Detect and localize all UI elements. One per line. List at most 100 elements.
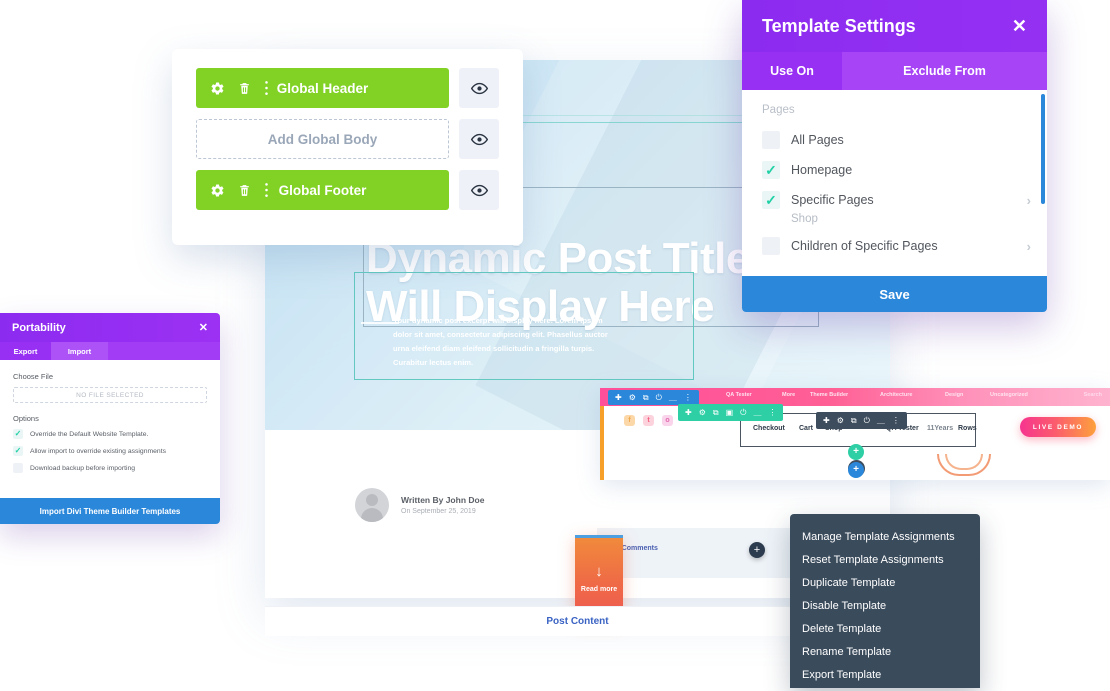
gear-icon[interactable]: ⚙ [837,416,844,425]
global-body-visibility-toggle[interactable] [459,119,499,159]
add-icon[interactable]: ✚ [615,393,622,402]
layout-icon[interactable]: ▣ [726,408,734,417]
save-button[interactable]: Save [742,276,1047,312]
tab-export[interactable]: Export [0,342,51,360]
option-download-backup[interactable]: Download backup before importing [13,463,207,473]
option-allow-import-override[interactable]: ✓ Allow import to override existing assi… [13,446,207,456]
author-date: On September 25, 2019 [401,508,476,515]
mini-topbar-item-6[interactable]: Uncategorized [990,392,1028,398]
mini-topbar-item-4[interactable]: Architecture [880,392,912,398]
menu-item-reset-template-assignments[interactable]: Reset Template Assignments [790,548,980,571]
add-section-button[interactable]: + [749,542,765,558]
assignment-item-homepage[interactable]: ✓ Homepage [742,155,1047,185]
chevron-right-icon[interactable]: › [1027,239,1031,254]
mini-topbar-item-5[interactable]: Design [945,392,963,398]
close-icon[interactable]: ✕ [1012,17,1027,35]
file-input[interactable]: NO FILE SELECTED [13,387,207,403]
mini-menu-cart[interactable]: Cart [799,425,813,432]
add-icon[interactable]: ✚ [685,408,692,417]
mini-topbar-item-1[interactable]: QA Tester [726,392,752,398]
trash-icon[interactable] [238,81,251,96]
option-label-allow-import-override: Allow import to override existing assign… [30,447,166,455]
add-global-body-button[interactable]: Add Global Body [196,119,449,159]
add-row-button[interactable]: + [848,444,864,460]
checkbox-children-of-specific-pages[interactable] [762,237,780,255]
add-icon[interactable]: ✚ [823,416,830,425]
gear-icon[interactable] [210,183,225,198]
mini-menu-checkout[interactable]: Checkout [753,425,785,432]
menu-item-rename-template[interactable]: Rename Template [790,640,980,663]
import-templates-button[interactable]: Import Divi Theme Builder Templates [0,498,220,524]
tab-exclude-from[interactable]: Exclude From [842,52,1047,90]
facebook-icon[interactable]: f [624,415,635,426]
checkbox-specific-pages[interactable]: ✓ [762,191,780,209]
assignment-item-all-pages[interactable]: All Pages [742,125,1047,155]
tab-import[interactable]: Import [51,342,108,360]
checkbox-homepage[interactable]: ✓ [762,161,780,179]
global-header-tools [196,80,269,96]
save-icon[interactable]: ⏻ [740,408,746,417]
option-override-default[interactable]: ✓ Override the Default Website Template. [13,429,207,439]
global-footer-bar[interactable]: Global Footer [196,170,449,210]
author-row: Written By John Doe On September 25, 201… [355,488,484,522]
checkbox-allow-import-override[interactable]: ✓ [13,446,23,456]
dots-icon[interactable]: ⋮ [684,393,692,402]
gear-icon[interactable]: ⚙ [629,393,636,402]
global-header-visibility-toggle[interactable] [459,68,499,108]
assignment-label-homepage: Homepage [791,163,853,177]
add-section-button-blue[interactable]: + [848,462,864,478]
trash-icon[interactable]: ＿ [877,416,885,425]
menu-item-manage-template-assignments[interactable]: Manage Template Assignments [790,525,980,548]
mini-topbar-item-3[interactable]: Theme Builder [810,392,848,398]
check-icon: ✓ [765,162,777,178]
assignment-item-children-of-specific-pages[interactable]: Children of Specific Pages › [742,231,1047,261]
dots-icon[interactable]: ⋮ [768,408,776,417]
trash-icon[interactable]: ＿ [669,393,677,402]
live-demo-button[interactable]: LIVE DEMO [1020,417,1096,437]
trash-icon[interactable] [238,183,251,198]
assignment-label-all-pages: All Pages [791,133,844,147]
dots-icon[interactable] [264,182,269,198]
scrollbar[interactable] [1041,94,1045,204]
mini-social-links: f t o [624,415,673,426]
mini-menu-11years[interactable]: 11Years [927,425,953,432]
mini-topbar-item-2[interactable]: More [782,392,795,398]
option-label-override-default: Override the Default Website Template. [30,430,149,438]
mini-menu-rows[interactable]: Rows [958,425,977,432]
mini-site-preview: ckout QA Tester More Theme Builder Archi… [600,388,1110,480]
menu-item-delete-template[interactable]: Delete Template [790,617,980,640]
down-arrow-icon: ↓ [595,563,603,580]
close-icon[interactable]: ✕ [199,321,208,334]
tab-use-on[interactable]: Use On [742,52,842,90]
chevron-right-icon[interactable]: › [1027,193,1031,208]
menu-item-export-template[interactable]: Export Template [790,663,980,686]
menu-item-disable-template[interactable]: Disable Template [790,594,980,617]
instagram-icon[interactable]: o [662,415,673,426]
global-header-bar[interactable]: Global Header [196,68,449,108]
trash-icon[interactable]: ＿ [753,408,761,417]
twitter-icon[interactable]: t [643,415,654,426]
options-label: Options [13,414,39,423]
checkbox-override-default[interactable]: ✓ [13,429,23,439]
divi-toolbar-section[interactable]: ✚ ⚙ ⧉ ⏻ ＿ ⋮ [608,390,699,405]
read-more-label: Read more [580,586,618,593]
menu-item-duplicate-template[interactable]: Duplicate Template [790,571,980,594]
assignment-item-specific-pages[interactable]: ✓ Specific Pages › [742,185,1047,215]
gear-icon[interactable]: ⚙ [699,408,706,417]
duplicate-icon[interactable]: ⧉ [643,393,649,402]
duplicate-icon[interactable]: ⧉ [851,416,857,425]
divi-toolbar-module[interactable]: ✚ ⚙ ⧉ ⏻ ＿ ⋮ [816,412,907,429]
template-settings-panel: Template Settings ✕ Use On Exclude From … [742,0,1047,312]
dots-icon[interactable] [264,80,269,96]
save-icon[interactable]: ⏻ [864,416,870,425]
global-footer-visibility-toggle[interactable] [459,170,499,210]
gear-icon[interactable] [210,81,225,96]
duplicate-icon[interactable]: ⧉ [713,408,719,417]
dots-icon[interactable]: ⋮ [892,416,900,425]
checkbox-download-backup[interactable] [13,463,23,473]
divi-toolbar-row[interactable]: ✚ ⚙ ⧉ ▣ ⏻ ＿ ⋮ [678,404,784,421]
save-icon[interactable]: ⏻ [656,393,662,402]
assignment-label-specific-pages: Specific Pages [791,193,874,207]
mini-search-label[interactable]: Search [1084,392,1102,398]
checkbox-all-pages[interactable] [762,131,780,149]
